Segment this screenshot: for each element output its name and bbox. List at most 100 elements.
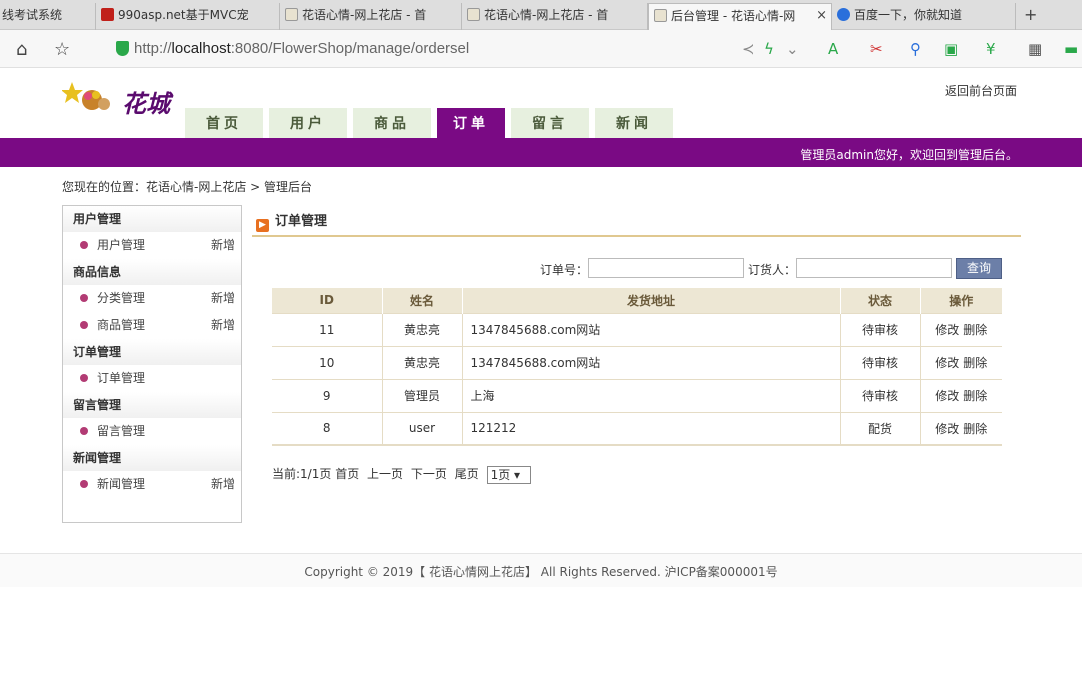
edit-link[interactable]: 修改 <box>935 356 959 370</box>
sidebar-item-message-manage[interactable]: 留言管理 <box>63 418 241 445</box>
table-row: 11 黄忠亮 1347845688.com网站 待审核 修改 删除 <box>272 312 1002 346</box>
nav-users[interactable]: 用户 <box>269 108 347 138</box>
nav-news[interactable]: 新闻 <box>595 108 673 138</box>
currency-icon[interactable]: ¥ <box>986 40 996 58</box>
battery-icon[interactable]: ▬ <box>1064 40 1078 58</box>
gamepad-icon[interactable]: ▣ <box>944 40 958 58</box>
sidebar-item-label: 用户管理 <box>97 238 146 252</box>
url-field[interactable]: http://localhost:8080/FlowerShop/manage/… <box>134 40 469 57</box>
browser-tab[interactable]: 线考试系统 <box>0 3 96 30</box>
delete-link[interactable]: 删除 <box>963 422 987 436</box>
table-row: 9 管理员 上海 待审核 修改 删除 <box>272 378 1002 412</box>
site-footer: Copyright © 2019【 花语心情网上花店】 All Rights R… <box>0 553 1082 587</box>
share-icon[interactable]: ≺ <box>742 40 755 58</box>
browser-tab-active[interactable]: 后台管理 - 花语心情-网 × <box>648 3 832 30</box>
tab-title: 花语心情-网上花店 - 首 <box>484 8 609 22</box>
browser-tab[interactable]: 花语心情-网上花店 - 首 <box>280 3 462 30</box>
nav-products[interactable]: 商品 <box>353 108 431 138</box>
welcome-text: 管理员admin您好，欢迎回到管理后台。 <box>800 148 1018 162</box>
bullet-icon <box>80 241 88 249</box>
home-icon[interactable]: ⌂ <box>16 39 27 60</box>
tab-title: 线考试系统 <box>2 8 63 22</box>
cell-actions: 修改 删除 <box>920 345 1002 379</box>
sidebar-item-label: 留言管理 <box>97 424 146 438</box>
url-path: :8080/FlowerShop/manage/ordersel <box>230 40 470 57</box>
add-news-link[interactable]: 新增 <box>211 471 235 498</box>
browser-tab[interactable]: 百度一下，你就知道 <box>832 3 1016 30</box>
arrow-icon: ▶ <box>256 219 269 232</box>
sidebar-group-title: 用户管理 <box>63 206 241 232</box>
add-product-link[interactable]: 新增 <box>211 312 235 339</box>
cell-address: 1347845688.com网站 <box>462 345 841 379</box>
cell-name: user <box>382 411 463 446</box>
browser-tab[interactable]: 花语心情-网上花店 - 首 <box>462 3 648 30</box>
new-tab-icon[interactable]: + <box>1024 5 1037 24</box>
cell-status: 待审核 <box>840 312 921 346</box>
order-no-input[interactable] <box>588 258 744 278</box>
edit-link[interactable]: 修改 <box>935 389 959 403</box>
tab-title: 990asp.net基于MVC宠 <box>118 8 249 22</box>
col-id: ID <box>272 288 383 313</box>
cell-address: 1347845688.com网站 <box>462 312 841 346</box>
address-bar: ⌂ ☆ http://localhost:8080/FlowerShop/man… <box>0 30 1082 68</box>
edit-link[interactable]: 修改 <box>935 422 959 436</box>
nav-orders[interactable]: 订单 <box>437 108 505 138</box>
breadcrumb: 您现在的位置：花语心情-网上花店 > 管理后台 <box>62 180 313 194</box>
apps-grid-icon[interactable]: ▦ <box>1028 40 1042 58</box>
cell-name: 黄忠亮 <box>382 312 463 346</box>
sidebar-item-order-manage[interactable]: 订单管理 <box>63 365 241 392</box>
add-user-link[interactable]: 新增 <box>211 232 235 259</box>
delete-link[interactable]: 删除 <box>963 389 987 403</box>
cell-status: 配货 <box>840 411 921 446</box>
sidebar-group-title: 留言管理 <box>63 392 241 418</box>
sidebar-group-title: 商品信息 <box>63 259 241 285</box>
chevron-down-icon[interactable]: ⌄ <box>786 40 799 58</box>
sidebar-item-news-manage[interactable]: 新闻管理 新增 <box>63 471 241 498</box>
admin-sidebar: 用户管理 用户管理 新增 商品信息 分类管理 新增 商品管理 新增 订单管理 订单管理… <box>62 205 242 523</box>
back-to-frontend-link[interactable]: 返回前台页面 <box>945 82 1017 99</box>
table-header-row: ID 姓名 发货地址 状态 操作 <box>272 288 1002 313</box>
browser-tab[interactable]: 990asp.net基于MVC宠 <box>96 3 280 30</box>
orderer-input[interactable] <box>796 258 952 278</box>
col-actions: 操作 <box>920 288 1002 313</box>
next-page-link[interactable]: 下一页 <box>411 467 447 481</box>
sidebar-item-user-manage[interactable]: 用户管理 新增 <box>63 232 241 259</box>
prev-page-link[interactable]: 上一页 <box>367 467 403 481</box>
last-page-link[interactable]: 尾页 <box>455 467 479 481</box>
first-page-link[interactable]: 首页 <box>335 467 359 481</box>
tab-title: 后台管理 - 花语心情-网 <box>671 9 796 23</box>
bullet-icon <box>80 321 88 329</box>
dropdown-arrow-icon: ▾ <box>514 467 521 482</box>
lightning-icon[interactable]: ϟ <box>764 40 774 58</box>
cell-actions: 修改 删除 <box>920 378 1002 412</box>
col-name: 姓名 <box>382 288 463 313</box>
star-icon[interactable]: ☆ <box>54 39 70 60</box>
translate-icon[interactable]: A <box>828 40 838 58</box>
nav-home[interactable]: 首页 <box>185 108 263 138</box>
sidebar-item-label: 分类管理 <box>97 291 146 305</box>
sidebar-item-label: 商品管理 <box>97 318 146 332</box>
cell-name: 黄忠亮 <box>382 345 463 379</box>
cell-id: 11 <box>272 312 383 346</box>
delete-link[interactable]: 删除 <box>963 356 987 370</box>
sidebar-item-category-manage[interactable]: 分类管理 新增 <box>63 285 241 312</box>
sidebar-item-product-manage[interactable]: 商品管理 新增 <box>63 312 241 339</box>
add-category-link[interactable]: 新增 <box>211 285 235 312</box>
page-select[interactable]: 1页 ▾ <box>486 465 531 484</box>
close-tab-icon[interactable]: × <box>816 4 827 28</box>
query-button[interactable]: 查询 <box>956 258 1002 279</box>
search-icon[interactable]: ⚲ <box>910 40 921 58</box>
edit-link[interactable]: 修改 <box>935 323 959 337</box>
cell-actions: 修改 删除 <box>920 411 1002 446</box>
page-select-value: 1页 <box>490 467 511 482</box>
shield-icon <box>116 41 129 56</box>
site-favicon-icon <box>101 8 114 21</box>
bullet-icon <box>80 294 88 302</box>
site-logo-text[interactable]: 花城 <box>122 84 170 119</box>
scissors-icon[interactable]: ✂ <box>870 40 883 58</box>
cell-id: 8 <box>272 411 383 446</box>
delete-link[interactable]: 删除 <box>963 323 987 337</box>
page-title: ▶ 订单管理 <box>256 210 327 232</box>
nav-messages[interactable]: 留言 <box>511 108 589 138</box>
cell-id: 9 <box>272 378 383 412</box>
